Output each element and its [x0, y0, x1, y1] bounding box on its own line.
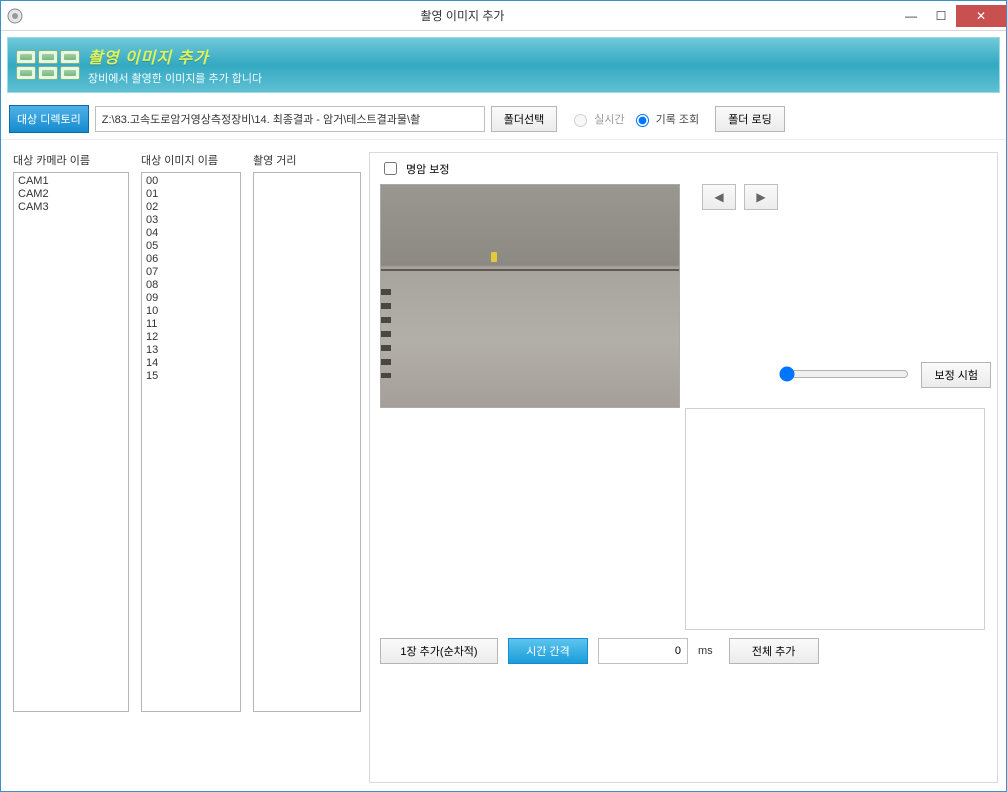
camera-column: 대상 카메라 이름 CAM1CAM2CAM3	[13, 152, 129, 783]
maximize-button[interactable]: ☐	[926, 5, 956, 27]
camera-list-label: 대상 카메라 이름	[13, 152, 129, 168]
correction-slider-row: 보정 시험	[702, 362, 991, 388]
app-icon	[7, 8, 23, 24]
list-item[interactable]: 04	[146, 227, 236, 240]
list-item[interactable]: 06	[146, 253, 236, 266]
bottom-bar: 1장 추가(순차적) 시간 간격 ms 전체 추가	[380, 638, 991, 664]
titlebar: 촬영 이미지 추가 — ☐ ✕	[1, 1, 1006, 31]
close-button[interactable]: ✕	[956, 5, 1006, 27]
list-item[interactable]: 13	[146, 344, 236, 357]
correction-slider-wrap	[777, 364, 907, 387]
image-listbox[interactable]: 00010203040506070809101112131415	[141, 172, 241, 712]
interval-unit-label: ms	[698, 645, 713, 657]
list-item[interactable]: 12	[146, 331, 236, 344]
radio-history[interactable]: 기록 조회	[631, 111, 700, 127]
list-item[interactable]: 03	[146, 214, 236, 227]
list-columns: 대상 카메라 이름 CAM1CAM2CAM3 대상 이미지 이름 0001020…	[13, 152, 361, 783]
header-band: 촬영 이미지 추가 장비에서 촬영한 이미지를 추가 합니다	[7, 37, 1000, 93]
brightness-correction-checkbox[interactable]: 명암 보정	[380, 159, 991, 178]
header-texts: 촬영 이미지 추가 장비에서 촬영한 이미지를 추가 합니다	[88, 44, 262, 86]
target-directory-label: 대상 디렉토리	[9, 105, 89, 133]
window-buttons: — ☐ ✕	[896, 5, 1006, 27]
nav-buttons: ◀ ▶	[702, 184, 991, 210]
list-item[interactable]: 00	[146, 175, 236, 188]
brightness-correction-input[interactable]	[384, 162, 397, 175]
prev-image-button[interactable]: ◀	[702, 184, 736, 210]
add-one-sequential-button[interactable]: 1장 추가(순차적)	[380, 638, 498, 664]
list-item[interactable]: CAM2	[18, 188, 124, 201]
list-item[interactable]: 11	[146, 318, 236, 331]
app-window: 촬영 이미지 추가 — ☐ ✕ 촬영 이미지 추가 장비에서 촬영한 이미지를 …	[0, 0, 1007, 792]
header-title: 촬영 이미지 추가	[88, 44, 262, 68]
list-item[interactable]: 09	[146, 292, 236, 305]
radio-history-label: 기록 조회	[656, 111, 700, 127]
radio-realtime-input	[574, 114, 587, 127]
add-all-button[interactable]: 전체 추가	[729, 638, 819, 664]
distance-list-label: 촬영 거리	[253, 152, 361, 168]
list-item[interactable]: 05	[146, 240, 236, 253]
folder-loading-button[interactable]: 폴더 로딩	[715, 106, 785, 132]
list-item[interactable]: CAM3	[18, 201, 124, 214]
list-item[interactable]: 14	[146, 357, 236, 370]
header-thumbs-icon	[16, 50, 80, 80]
select-folder-button[interactable]: 폴더선택	[491, 106, 557, 132]
camera-listbox[interactable]: CAM1CAM2CAM3	[13, 172, 129, 712]
list-item[interactable]: 01	[146, 188, 236, 201]
marker-icon	[491, 252, 497, 262]
correction-slider[interactable]	[779, 366, 909, 382]
preview-row: ◀ ▶ 보정 시험	[380, 184, 991, 408]
list-item[interactable]: 10	[146, 305, 236, 318]
interval-value-input[interactable]	[598, 638, 688, 664]
list-item[interactable]: 02	[146, 201, 236, 214]
time-interval-button[interactable]: 시간 간격	[508, 638, 588, 664]
main-area: 대상 카메라 이름 CAM1CAM2CAM3 대상 이미지 이름 0001020…	[1, 140, 1006, 791]
radio-history-input[interactable]	[636, 114, 649, 127]
image-column: 대상 이미지 이름 000102030405060708091011121314…	[141, 152, 241, 783]
list-item[interactable]: 08	[146, 279, 236, 292]
correction-test-button[interactable]: 보정 시험	[921, 362, 991, 388]
window-title: 촬영 이미지 추가	[29, 7, 896, 24]
list-item[interactable]: 07	[146, 266, 236, 279]
brightness-correction-label: 명암 보정	[406, 161, 450, 177]
list-item[interactable]: 15	[146, 370, 236, 383]
radio-realtime[interactable]: 실시간	[569, 111, 624, 127]
preview-image	[380, 184, 680, 408]
minimize-button[interactable]: —	[896, 5, 926, 27]
right-panel: 명암 보정 ◀ ▶ 보정 시험	[369, 152, 998, 783]
secondary-preview	[685, 408, 985, 630]
mode-radio-group: 실시간 기록 조회	[569, 111, 699, 127]
next-image-button[interactable]: ▶	[744, 184, 778, 210]
toolbar: 대상 디렉토리 폴더선택 실시간 기록 조회 폴더 로딩	[1, 99, 1006, 140]
image-list-label: 대상 이미지 이름	[141, 152, 241, 168]
radio-realtime-label: 실시간	[594, 111, 624, 127]
directory-path-input[interactable]	[95, 106, 485, 132]
distance-column: 촬영 거리	[253, 152, 361, 783]
list-item[interactable]: CAM1	[18, 175, 124, 188]
header-subtitle: 장비에서 촬영한 이미지를 추가 합니다	[88, 70, 262, 86]
distance-listbox[interactable]	[253, 172, 361, 712]
